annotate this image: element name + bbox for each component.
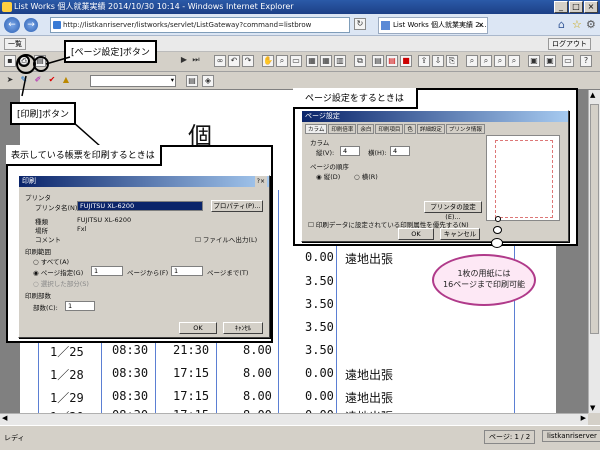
print-ok-button[interactable]: OK bbox=[179, 322, 217, 334]
tab-items[interactable]: 印刷項目 bbox=[375, 124, 404, 134]
column-label: カラム bbox=[310, 139, 330, 147]
page-preview bbox=[486, 135, 560, 221]
page-setup-dialog: ページ設定 カラム 印刷倍率 余白 印刷項目 色 詳細設定 プリンタ情報 カラム… bbox=[301, 110, 569, 242]
print-dialog-title: 印刷 ?× bbox=[19, 176, 269, 187]
properties-button[interactable]: プロパティ(P)... bbox=[211, 200, 263, 212]
range-pages-radio[interactable]: ◉ ページ指定(G) bbox=[33, 267, 83, 277]
print-dialog: 印刷 ?× プリンタ プリンタ名(N): FUJITSU XL-6200 プロパテ… bbox=[18, 175, 270, 338]
callout-print-button: [印刷]ボタン bbox=[10, 102, 77, 125]
page-preview-sheet bbox=[495, 140, 553, 218]
horiz-label: 横(H): bbox=[368, 149, 387, 157]
help-close-icon[interactable]: ?× bbox=[254, 176, 267, 187]
order-label: ページの順序 bbox=[310, 163, 349, 171]
vert-input[interactable]: 4 bbox=[340, 146, 360, 156]
cloud-note: 1枚の用紙には 16ページまで印刷可能 bbox=[432, 254, 536, 306]
horiz-input[interactable]: 4 bbox=[390, 146, 410, 156]
tab-scale[interactable]: 印刷倍率 bbox=[328, 124, 357, 134]
copies-input[interactable]: 1 bbox=[65, 301, 95, 311]
cloud-text: 1枚の用紙には 16ページまで印刷可能 bbox=[442, 269, 526, 289]
tab-column[interactable]: カラム bbox=[305, 124, 328, 134]
callout-page-setup: ページ設定をするときは bbox=[293, 88, 418, 109]
tab-printer-info[interactable]: プリンタ情報 bbox=[445, 124, 485, 134]
range-all-radio[interactable]: ○ すべて(A) bbox=[33, 256, 69, 266]
location-value: Fxl bbox=[77, 225, 87, 233]
to-page-input[interactable]: 1 bbox=[171, 266, 203, 276]
page-setup-cancel-button[interactable]: キャンセル bbox=[440, 228, 480, 240]
kind-value: FUJITSU XL-6200 bbox=[77, 216, 132, 224]
bubble-dot bbox=[491, 238, 503, 248]
tab-color[interactable]: 色 bbox=[404, 124, 416, 134]
copies-label: 部数(C): bbox=[33, 304, 58, 312]
comment-label: コメント bbox=[35, 236, 61, 244]
page-setup-ok-button[interactable]: OK bbox=[398, 228, 434, 240]
copies-section-label: 印刷部数 bbox=[25, 292, 51, 300]
page-setup-dialog-title: ページ設定 bbox=[302, 111, 568, 122]
printer-select[interactable]: FUJITSU XL-6200 bbox=[77, 201, 203, 211]
page-setup-panel: ページ設定をするときは ページ設定 カラム 印刷倍率 余白 印刷項目 色 詳細設… bbox=[293, 88, 578, 246]
order-horizontal-radio[interactable]: ○ 横(R) bbox=[354, 171, 378, 181]
print-dialog-panel: 表示している帳票を印刷するときは 印刷 ?× プリンタ プリンタ名(N): FUJ… bbox=[6, 145, 273, 343]
vert-label: 縦(V): bbox=[316, 149, 335, 157]
from-page-input[interactable]: 1 bbox=[91, 266, 123, 276]
print-cancel-button[interactable]: ｷｬﾝｾﾙ bbox=[223, 322, 263, 334]
from-page-label: ページから(F) bbox=[127, 269, 169, 277]
print-button-highlight bbox=[16, 54, 36, 74]
printer-settings-button[interactable]: プリンタの設定(E)... bbox=[424, 201, 482, 221]
to-page-label: ページまで(T) bbox=[207, 269, 249, 277]
bubble-dot bbox=[495, 216, 501, 222]
setup-button-highlight bbox=[33, 56, 49, 72]
printer-section-label: プリンタ bbox=[25, 194, 51, 202]
printer-name-label: プリンタ名(N): bbox=[35, 204, 80, 212]
callout-print-report: 表示している帳票を印刷するときは bbox=[6, 145, 162, 166]
tab-advanced[interactable]: 詳細設定 bbox=[416, 124, 445, 134]
file-output-checkbox[interactable]: ☐ ファイルへ出力(L) bbox=[195, 234, 257, 244]
bubble-dot bbox=[493, 226, 502, 234]
order-vertical-radio[interactable]: ◉ 縦(D) bbox=[316, 171, 340, 181]
callout-pointer bbox=[21, 75, 27, 97]
range-section-label: 印刷範囲 bbox=[25, 248, 51, 256]
range-selection-radio[interactable]: ○ 選択した部分(S) bbox=[33, 278, 89, 288]
tab-margin[interactable]: 余白 bbox=[357, 124, 375, 134]
callout-pointer bbox=[45, 56, 71, 65]
